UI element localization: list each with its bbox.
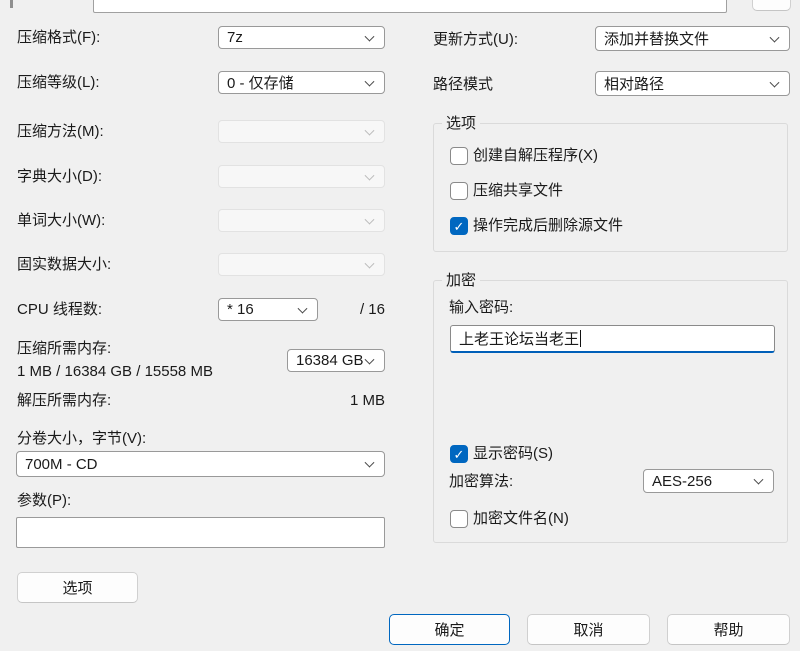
checkbox-delete-after[interactable]: ✓ 操作完成后删除源文件 <box>450 217 623 235</box>
chevron-down-icon <box>770 32 780 42</box>
ok-button[interactable]: 确定 <box>389 614 510 645</box>
format-combobox[interactable]: 7z <box>218 26 385 49</box>
archive-name-input[interactable] <box>93 0 727 13</box>
checkbox-box[interactable]: ✓ <box>450 445 468 463</box>
volume-size-label: 分卷大小，字节(V): <box>17 428 146 450</box>
check-icon: ✓ <box>454 448 465 461</box>
ok-button-label: 确定 <box>434 619 464 640</box>
solid-block-combobox <box>218 253 385 276</box>
options-button[interactable]: 选项 <box>17 572 138 603</box>
cpu-threads-max: / 16 <box>340 299 385 321</box>
volume-size-value: 700M - CD <box>25 456 98 473</box>
memory-decompress-label: 解压所需内存: <box>17 390 111 412</box>
memory-decompress-value: 1 MB <box>320 390 385 412</box>
checkbox-box[interactable]: ✓ <box>450 217 468 235</box>
chevron-down-icon <box>365 31 375 41</box>
cpu-threads-combobox[interactable]: * 16 <box>218 298 318 321</box>
format-label: 压缩格式(F): <box>17 27 100 49</box>
path-mode-value: 相对路径 <box>604 73 664 94</box>
checkbox-encrypt-names-label: 加密文件名(N) <box>473 510 569 528</box>
checkbox-show-password[interactable]: ✓ 显示密码(S) <box>450 445 553 463</box>
chevron-down-icon <box>365 125 375 135</box>
checkbox-encrypt-names[interactable]: 加密文件名(N) <box>450 510 569 528</box>
checkbox-shared-files[interactable]: 压缩共享文件 <box>450 182 563 200</box>
checkbox-shared-files-label: 压缩共享文件 <box>473 182 563 200</box>
checkbox-show-password-label: 显示密码(S) <box>473 445 553 463</box>
chevron-down-icon <box>770 77 780 87</box>
level-value: 0 - 仅存储 <box>227 72 294 93</box>
help-button[interactable]: 帮助 <box>667 614 790 645</box>
path-mode-combobox[interactable]: 相对路径 <box>595 71 790 96</box>
path-mode-label: 路径模式 <box>433 74 493 96</box>
volume-size-combobox[interactable]: 700M - CD <box>16 451 385 477</box>
update-mode-value: 添加并替换文件 <box>604 28 709 49</box>
cancel-button-label: 取消 <box>573 619 603 640</box>
parameters-input[interactable] <box>16 517 385 548</box>
memory-compress-value: 16384 GB <box>296 352 364 369</box>
level-label: 压缩等级(L): <box>17 72 100 94</box>
checkbox-delete-after-label: 操作完成后删除源文件 <box>473 217 623 235</box>
text-cursor <box>580 330 581 347</box>
cutoff-icon <box>10 0 13 8</box>
password-value: 上老王论坛当老王 <box>459 328 579 349</box>
level-combobox[interactable]: 0 - 仅存储 <box>218 71 385 94</box>
chevron-down-icon <box>365 214 375 224</box>
chevron-down-icon <box>365 258 375 268</box>
parameters-label: 参数(P): <box>17 490 71 512</box>
checkbox-box[interactable] <box>450 147 468 165</box>
memory-compress-detail: 1 MB / 16384 GB / 15558 MB <box>17 361 213 383</box>
chevron-down-icon <box>365 170 375 180</box>
checkbox-create-sfx-label: 创建自解压程序(X) <box>473 147 598 165</box>
help-button-label: 帮助 <box>713 619 743 640</box>
chevron-down-icon <box>298 303 308 313</box>
memory-compress-combobox[interactable]: 16384 GB <box>287 349 385 372</box>
encryption-method-combobox[interactable]: AES-256 <box>643 469 774 493</box>
memory-compress-label: 压缩所需内存: <box>17 338 111 360</box>
check-icon: ✓ <box>454 220 465 233</box>
chevron-down-icon <box>365 354 375 364</box>
method-label: 压缩方法(M): <box>17 121 104 143</box>
password-input[interactable]: 上老王论坛当老王 <box>450 325 775 353</box>
browse-button[interactable] <box>752 0 791 11</box>
update-mode-label: 更新方式(U): <box>433 29 518 51</box>
encryption-method-label: 加密算法: <box>449 471 513 493</box>
chevron-down-icon <box>754 475 764 485</box>
dictionary-label: 字典大小(D): <box>17 166 102 188</box>
encryption-method-value: AES-256 <box>652 473 712 490</box>
encryption-group-title: 加密 <box>442 271 480 291</box>
word-size-combobox <box>218 209 385 232</box>
encryption-group: 加密 <box>433 280 788 543</box>
chevron-down-icon <box>365 458 375 468</box>
checkbox-box[interactable] <box>450 510 468 528</box>
word-size-label: 单词大小(W): <box>17 210 105 232</box>
solid-block-label: 固实数据大小: <box>17 254 111 276</box>
options-group-title: 选项 <box>442 114 480 134</box>
format-value: 7z <box>227 29 243 46</box>
cpu-threads-label: CPU 线程数: <box>17 299 102 321</box>
cancel-button[interactable]: 取消 <box>527 614 650 645</box>
cpu-threads-value: * 16 <box>227 301 254 318</box>
checkbox-create-sfx[interactable]: 创建自解压程序(X) <box>450 147 598 165</box>
chevron-down-icon <box>365 76 375 86</box>
update-mode-combobox[interactable]: 添加并替换文件 <box>595 26 790 51</box>
checkbox-box[interactable] <box>450 182 468 200</box>
dictionary-combobox <box>218 165 385 188</box>
method-combobox <box>218 120 385 143</box>
options-button-label: 选项 <box>62 577 92 598</box>
password-label: 输入密码: <box>449 297 513 319</box>
